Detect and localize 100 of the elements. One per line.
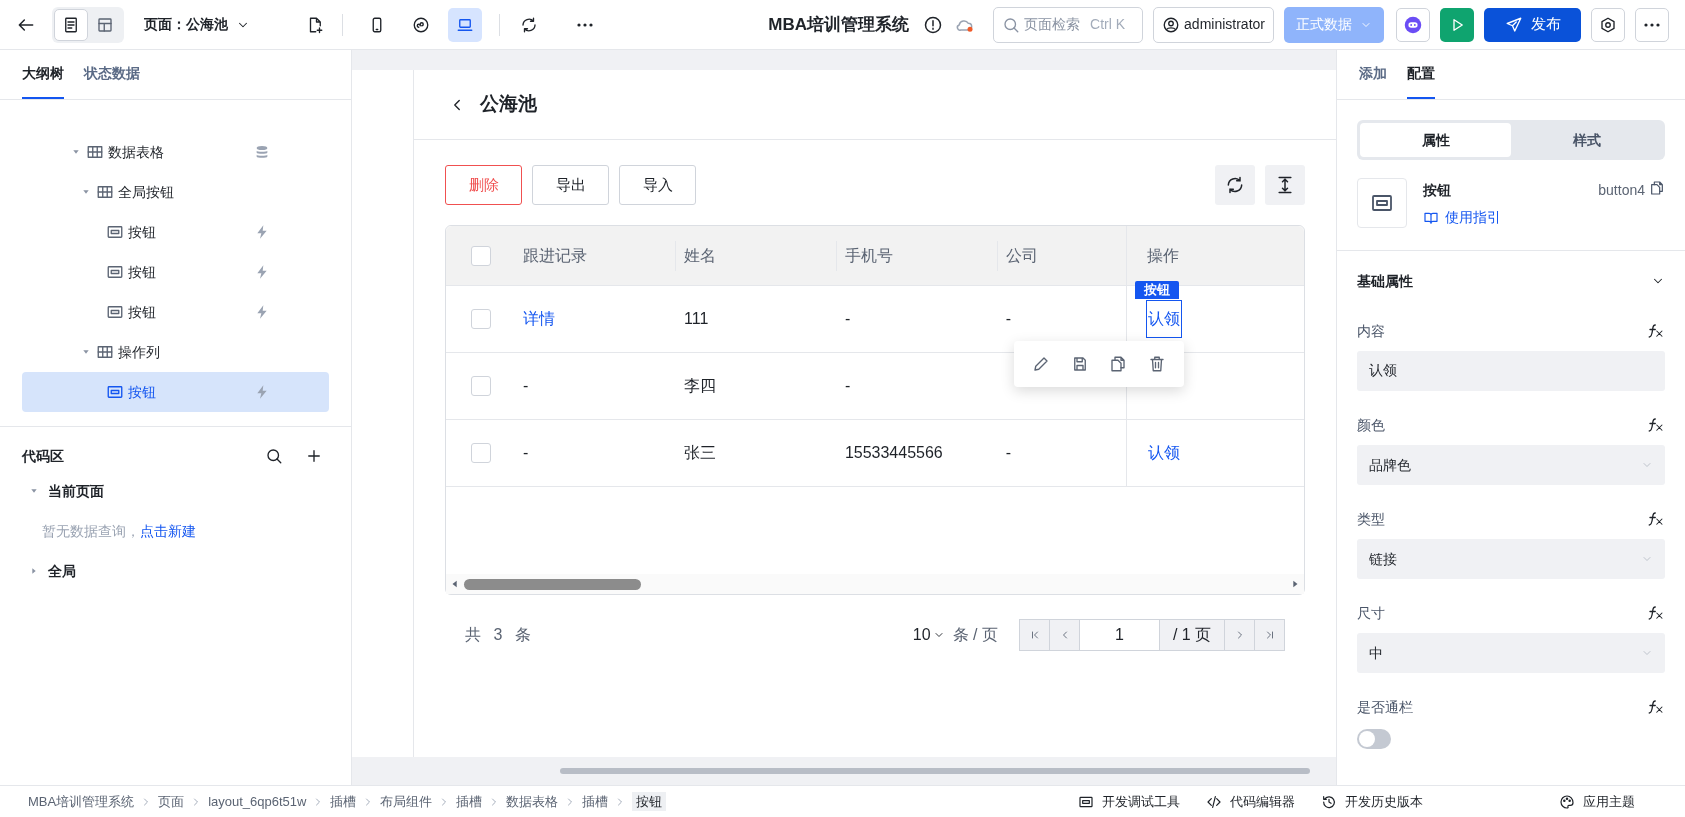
function-icon[interactable] [1647,510,1665,528]
delete-icon[interactable] [1147,355,1166,373]
user-button[interactable]: administrator [1153,6,1274,43]
field-label: 类型 [1357,509,1385,529]
tree-item[interactable]: 按钮 [22,372,329,412]
caret-right-icon[interactable] [30,567,38,575]
tree-item[interactable]: 按钮 [22,292,329,332]
column-header: 操作 [1147,245,1180,266]
assistant-button[interactable] [1396,7,1430,42]
checkbox[interactable] [470,443,491,463]
segment-tab[interactable]: 属性 [1360,123,1511,157]
field-label: 尺寸 [1357,603,1385,623]
total-count: 共 3 条 [465,625,535,645]
breadcrumb-item[interactable]: MBA培训管理系统 [28,791,135,812]
page-view-button[interactable] [54,8,88,41]
page-size-dropdown[interactable]: 10 [912,623,945,647]
caret-down-icon[interactable] [82,188,90,196]
section-title: 代码区 [22,446,64,466]
checkbox[interactable] [470,309,491,329]
table-cell: 111 [683,310,709,327]
expand-icon [1275,175,1295,195]
status-bar-button[interactable]: 代码编辑器 [1206,791,1295,812]
run-button[interactable] [1440,7,1474,42]
status-bar-button[interactable]: 开发调试工具 [1078,791,1180,812]
tree-item[interactable]: 全局按钮 [22,172,329,212]
add-icon[interactable] [305,447,323,465]
caret-down-icon[interactable] [30,487,38,495]
copy-icon[interactable] [1649,180,1665,196]
function-icon[interactable] [1647,698,1665,716]
link[interactable]: 详情 [523,310,556,327]
page-size-label: 条 / 页 [952,625,998,645]
select-field[interactable]: 中 [1357,633,1665,673]
toggle-switch[interactable] [1357,729,1391,749]
send-icon [1504,15,1523,34]
tree-item[interactable]: 数据表格 [22,132,329,172]
table-cell: 15533445566 [844,444,943,461]
guide-link[interactable]: 使用指引 [1423,207,1501,228]
function-icon[interactable] [1647,322,1665,340]
page-dropdown[interactable]: 页面：公海池 [144,14,250,35]
document-icon [62,15,80,34]
page-count: / 1 页 [1159,619,1225,651]
code-icon [1206,793,1222,810]
breadcrumb-item[interactable]: 插槽 [456,791,483,812]
tab[interactable]: 添加 [1359,50,1387,99]
tab[interactable]: 配置 [1407,50,1435,99]
caret-down-icon[interactable] [82,348,90,356]
tree-item[interactable]: 按钮 [22,252,329,292]
publish-button[interactable]: 发布 [1484,7,1581,42]
toolbar-button[interactable]: 导入 [619,165,696,205]
info-icon[interactable] [923,14,944,35]
database-icon [254,144,270,160]
breadcrumb-item[interactable]: 页面 [158,791,185,812]
copy-icon[interactable] [1109,355,1128,373]
group-title[interactable]: 全局 [48,560,76,582]
scroll-left-icon[interactable] [450,579,460,589]
checkbox[interactable] [470,245,491,266]
page-input[interactable]: 1 [1079,619,1160,651]
breadcrumb-item[interactable]: layout_6qp6t51w [208,791,307,812]
tab[interactable]: 大纲树 [22,50,64,99]
refresh-icon [520,15,538,34]
tree-item[interactable]: 按钮 [22,212,329,252]
breadcrumb-item[interactable]: 按钮 [632,791,667,812]
segment-tab[interactable]: 样式 [1511,123,1662,157]
checkbox[interactable] [470,376,491,396]
function-icon[interactable] [1647,604,1665,622]
theme-button[interactable]: 应用主题 [1559,791,1635,812]
scrollbar[interactable] [560,768,1310,774]
breadcrumb-item[interactable]: 布局组件 [380,791,433,812]
row-height-button[interactable] [1265,165,1305,205]
toolbar-button[interactable]: 删除 [445,165,522,205]
status-bar-button[interactable]: 开发历史版本 [1321,791,1423,812]
scrollbar[interactable] [464,578,641,590]
selection-badge: 按钮 [1135,281,1180,299]
search-icon[interactable] [265,447,283,465]
user-icon [1162,15,1181,34]
column-header: 手机号 [844,245,893,266]
link[interactable]: 认领 [1147,301,1182,337]
settings-button[interactable] [1591,7,1625,42]
select-field[interactable]: 链接 [1357,539,1665,579]
text-field[interactable]: 认领 [1357,351,1665,391]
tab[interactable]: 状态数据 [84,50,140,99]
link[interactable]: 认领 [1147,435,1182,471]
toolbar-button[interactable]: 导出 [532,165,609,205]
table-cell: 李四 [683,377,716,394]
select-field[interactable]: 品牌色 [1357,445,1665,485]
button-icon [106,303,124,321]
column-header: 姓名 [683,245,716,266]
refresh-button[interactable] [1215,165,1255,205]
caret-down-icon[interactable] [72,148,80,156]
function-icon[interactable] [1647,416,1665,434]
field-label: 颜色 [1357,415,1385,435]
table-icon [96,343,114,361]
breadcrumb-item[interactable]: 数据表格 [506,791,559,812]
create-link[interactable]: 点击新建 [140,520,196,542]
tree-item[interactable]: 操作列 [22,332,329,372]
refresh-icon [1225,175,1245,195]
scroll-right-icon[interactable] [1290,579,1300,589]
breadcrumb-item[interactable]: 插槽 [582,791,609,812]
breadcrumb-item[interactable]: 插槽 [330,791,357,812]
group-title[interactable]: 当前页面 [48,480,104,502]
